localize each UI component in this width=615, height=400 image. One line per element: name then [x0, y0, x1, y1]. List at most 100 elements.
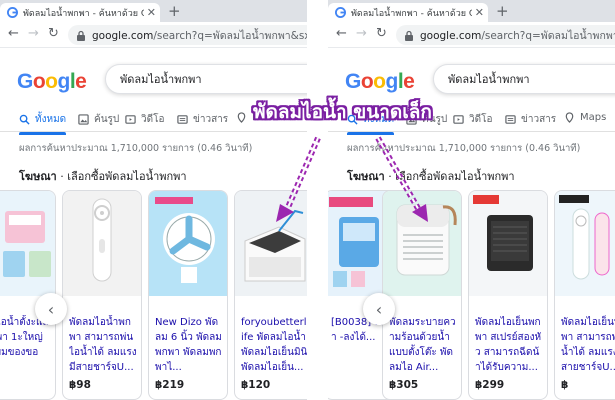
reload-icon[interactable]: ↻ [48, 26, 59, 42]
tab-strip: พัดลมไอน้ำพกพา - ค้นหาด้วย Google ✕ + [0, 0, 307, 22]
back-icon[interactable]: ← [8, 26, 19, 42]
ad-heading: โฆษณา · เลือกซื้อพัดลมไอน้ำพกพา [19, 167, 187, 185]
tab-maps[interactable]: Maps [564, 112, 606, 123]
address-bar[interactable]: google.com/search?q=พัดลมไอน้ำพกพา&sxsrf… [68, 25, 307, 45]
ad-title: · เลือกซื้อพัดลมไอน้ำพกพา [384, 170, 515, 183]
tab-label: ค้นรูป [94, 114, 120, 125]
google-logo[interactable]: Google [345, 70, 415, 94]
image-icon [78, 114, 89, 125]
google-logo[interactable]: Google [17, 70, 87, 94]
tab-label: วิดีโอ [141, 114, 165, 125]
address-bar[interactable]: google.com/search?q=พัดลมไอน้ำพกพา&sxsrf… [396, 25, 615, 45]
product-card[interactable]: พัดลมไอเย็นพกพา สามารถพ่นน้ำได้ ลมแรงมีส… [554, 190, 615, 400]
new-tab-icon[interactable]: + [168, 3, 181, 19]
lock-icon [77, 30, 85, 41]
logo-letter: e [75, 70, 87, 93]
tab-images[interactable]: ค้นรูป [78, 112, 119, 127]
product-price: ฿ [561, 379, 569, 391]
product-image [63, 191, 141, 296]
url-text: google.com/search?q=พัดลมไอน้ำพกพา&sxsrf… [420, 29, 615, 42]
forward-icon[interactable]: → [356, 26, 367, 42]
tab-title: พัดลมไอน้ำพกพา - ค้นหาด้วย Google [351, 8, 472, 19]
browser-tab[interactable]: พัดลมไอน้ำพกพา - ค้นหาด้วย Google ✕ [0, 3, 160, 22]
logo-letter: G [17, 70, 33, 93]
product-image [149, 191, 227, 296]
news-icon [177, 115, 188, 124]
browser-toolbar: ← → ↻ google.com/search?q=พัดลมไอน้ำพกพา… [0, 22, 307, 48]
product-image [0, 191, 55, 296]
product-title: พัดลมไอเย็นพกพา สเปรย์สองหัว สามารถฉีดน้… [475, 317, 542, 373]
result-stats: ผลการค้นหาประมาณ 1,710,000 รายการ (0.46 … [19, 143, 253, 154]
carousel-prev-button[interactable]: ‹ [363, 293, 395, 325]
google-favicon-icon [335, 7, 346, 18]
product-title: พัดลมระบายความร้อนด้วยน้ำ แบบตั้งโต๊ะ พั… [389, 317, 456, 373]
tab-label: วิดีโอ [469, 114, 493, 125]
tab-all[interactable]: ทั้งหมด [19, 112, 67, 135]
tab-news[interactable]: ข่าวสาร [177, 112, 228, 127]
search-input[interactable]: พัดลมไอน้ำพกพา [433, 64, 615, 94]
news-icon [505, 115, 516, 124]
browser-toolbar: ← → ↻ google.com/search?q=พัดลมไอน้ำพกพา… [328, 22, 615, 48]
product-price: ฿120 [241, 379, 271, 391]
close-tab-icon[interactable]: ✕ [147, 6, 156, 19]
tab-label: ข่าวสาร [521, 114, 557, 125]
maps-icon [565, 112, 574, 123]
tab-label: Maps [580, 112, 607, 123]
product-price: ฿219 [155, 379, 185, 391]
divider [307, 0, 328, 400]
product-card[interactable]: พัดลมระบายความร้อนด้วยน้ำ แบบตั้งโต๊ะ พั… [382, 190, 462, 400]
chevron-left-icon: ‹ [375, 299, 383, 319]
product-image [235, 191, 307, 296]
product-image [469, 191, 547, 296]
product-title: ลมไอน้ำตั้งะแลพกพา 1ะใหญ่ ปรับมของของ... [0, 317, 49, 358]
logo-letter: g [385, 70, 399, 93]
video-icon [453, 115, 464, 124]
logo-letter: o [32, 70, 46, 93]
logo-letter: g [57, 70, 71, 93]
google-favicon-icon [7, 7, 18, 18]
product-title: New Dizo พัดลม 6 นิ้ว พัดลมพกพา พัดลมพกพ… [155, 317, 222, 373]
search-query: พัดลมไอน้ำพกพา [120, 73, 202, 86]
video-icon [125, 115, 136, 124]
logo-letter: G [345, 70, 361, 93]
ad-label: โฆษณา [347, 170, 385, 183]
search-input[interactable]: พัดลมไอน้ำพกพา [105, 64, 307, 94]
product-title: พัดลมไอเย็นพกพา สามารถพ่นน้ำได้ ลมแรงมีส… [561, 317, 615, 373]
browser-tab[interactable]: พัดลมไอน้ำพกพา - ค้นหาด้วย Google ✕ [328, 3, 488, 22]
reload-icon[interactable]: ↻ [376, 26, 387, 42]
tab-news[interactable]: ข่าวสาร [505, 112, 556, 127]
new-tab-icon[interactable]: + [496, 3, 509, 19]
tab-videos[interactable]: วิดีโอ [125, 112, 165, 127]
result-stats: ผลการค้นหาประมาณ 1,710,000 รายการ (0.46 … [347, 143, 581, 154]
forward-icon[interactable]: → [28, 26, 39, 42]
tab-label: ข่าวสาร [193, 114, 229, 125]
tab-videos[interactable]: วิดีโอ [453, 112, 493, 127]
logo-letter: e [403, 70, 415, 93]
product-price: ฿98 [69, 379, 91, 391]
product-card[interactable]: พัดลมไอเย็นพกพา สเปรย์สองหัว สามารถฉีดน้… [468, 190, 548, 400]
product-image [555, 191, 615, 296]
product-title: พัดลมไอน้ำพกพา สามารถพ่นไอน้ำได้ ลมแรงมี… [69, 317, 137, 373]
close-tab-icon[interactable]: ✕ [475, 6, 484, 19]
product-title: foryoubetterlife พัดลมไอน้ำ พัดลมไอเย็นม… [241, 317, 307, 373]
maps-icon [237, 112, 246, 123]
product-card[interactable]: foryoubetterlife พัดลมไอน้ำ พัดลมไอเย็นม… [234, 190, 307, 400]
callout-label: พัดลมไอน้ำ ขนาดเล็ก [253, 101, 432, 123]
url-text: google.com/search?q=พัดลมไอน้ำพกพา&sxsrf… [92, 29, 307, 42]
product-card[interactable]: New Dizo พัดลม 6 นิ้ว พัดลมพกพา พัดลมพกพ… [148, 190, 228, 400]
lock-icon [405, 30, 413, 41]
product-card[interactable]: พัดลมไอน้ำพกพา สามารถพ่นไอน้ำได้ ลมแรงมี… [62, 190, 142, 400]
carousel-prev-button[interactable]: ‹ [35, 293, 67, 325]
product-image [383, 191, 461, 296]
ad-title: · เลือกซื้อพัดลมไอน้ำพกพา [56, 170, 187, 183]
back-icon[interactable]: ← [336, 26, 347, 42]
logo-letter: o [373, 70, 386, 93]
product-price: ฿299 [475, 379, 505, 391]
product-price: ฿305 [389, 379, 419, 391]
browser-window-right: พัดลมไอน้ำพกพา - ค้นหาด้วย Google ✕ + ← … [328, 0, 615, 400]
logo-letter: o [45, 70, 58, 93]
ad-heading: โฆษณา · เลือกซื้อพัดลมไอน้ำพกพา [347, 167, 515, 185]
chevron-left-icon: ‹ [47, 299, 55, 319]
browser-window-left: พัดลมไอน้ำพกพา - ค้นหาด้วย Google ✕ + ← … [0, 0, 307, 400]
tab-strip: พัดลมไอน้ำพกพา - ค้นหาด้วย Google ✕ + [328, 0, 615, 22]
